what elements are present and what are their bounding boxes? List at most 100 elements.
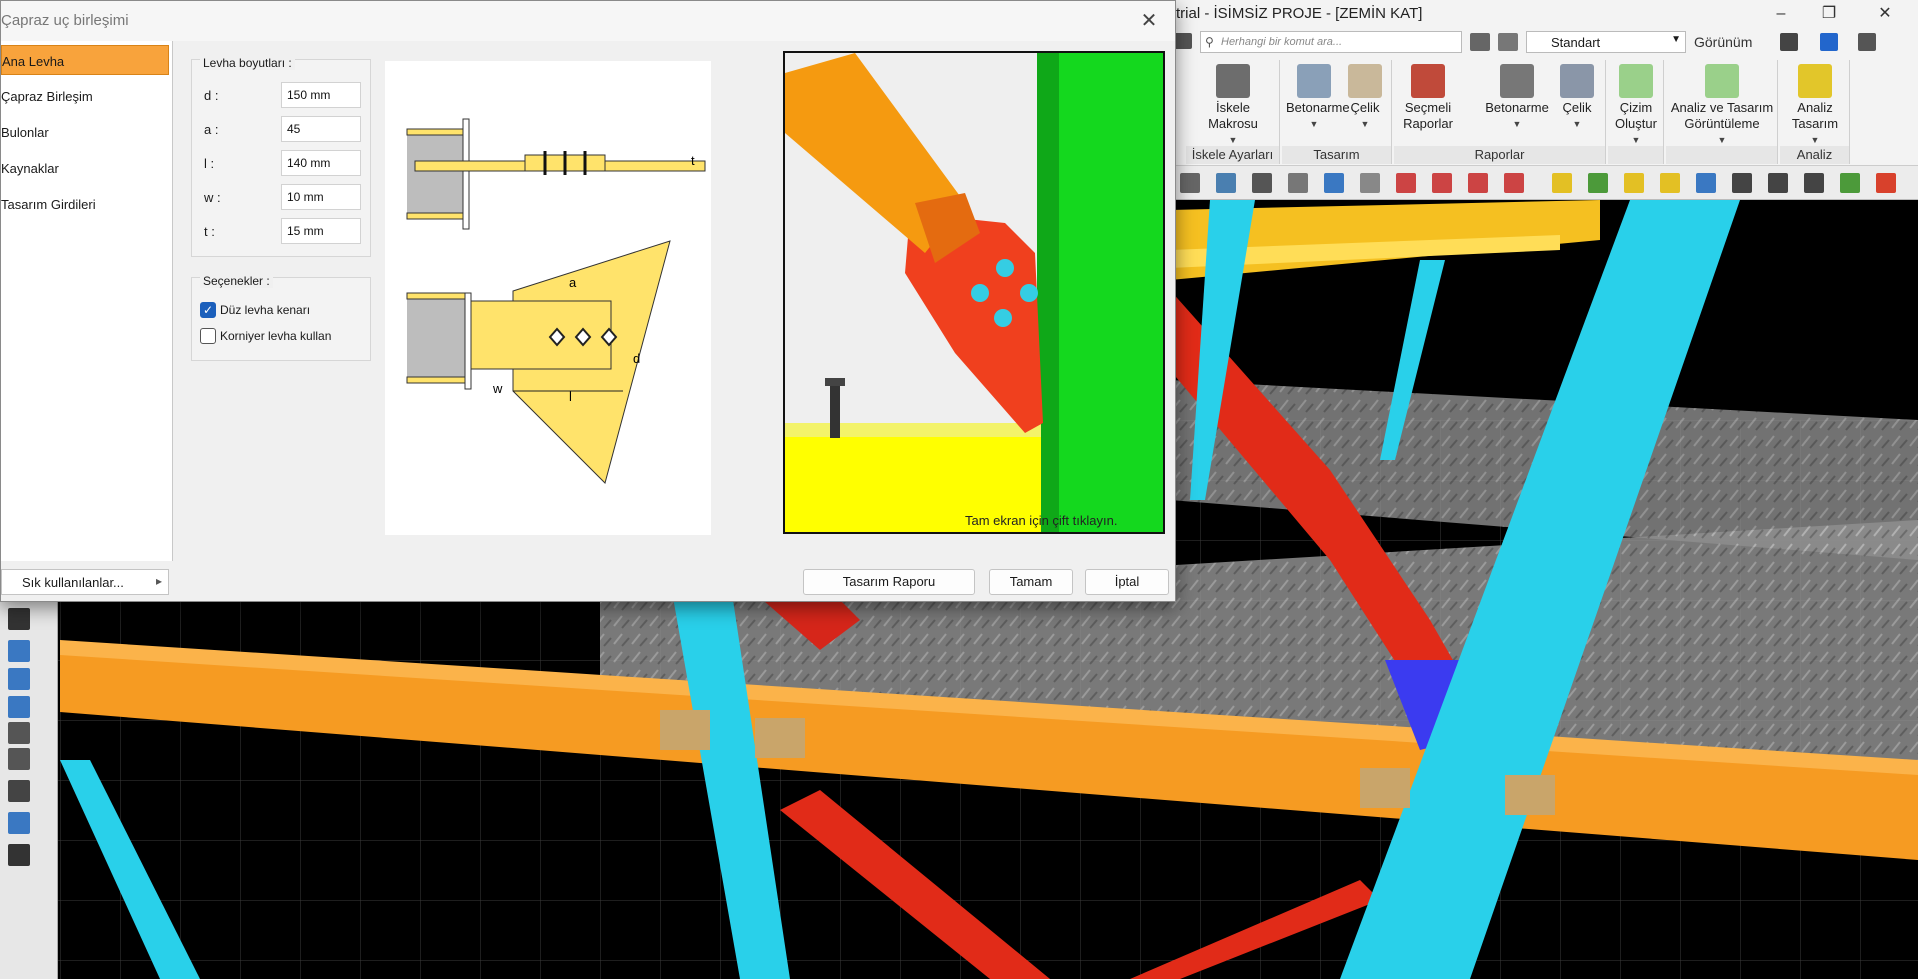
end-plate [464, 292, 472, 390]
toolbar-tool-icon[interactable] [1840, 173, 1860, 193]
iskele-makrosu-button[interactable]: İskele Makrosu ▼ [1190, 64, 1276, 148]
left-tool-icon[interactable] [8, 668, 30, 690]
field-a-input[interactable]: 45 [281, 116, 361, 142]
left-tool-icon[interactable] [8, 722, 30, 744]
chevron-down-icon: ▼ [1512, 119, 1522, 129]
toolbar-tool-icon[interactable] [1876, 173, 1896, 193]
analiz-tasarim-goruntuleme-button[interactable]: Analiz ve Tasarım Görüntüleme ▼ [1668, 64, 1776, 148]
dialog-titlebar: Çapraz uç birleşimi ✕ [1, 1, 1175, 41]
restore-icon[interactable]: ❐ [1806, 2, 1852, 26]
nav-item-capraz-birlesim[interactable]: Çapraz Birleşim [1, 81, 169, 111]
brace-member [470, 300, 612, 370]
betonarme-report-button[interactable]: Betonarme ▼ [1484, 64, 1550, 132]
toolbar-tool-icon[interactable] [1768, 173, 1788, 193]
reports-icon [1411, 64, 1445, 98]
binoculars-icon[interactable] [8, 844, 30, 866]
group-title: Levha boyutları : [200, 56, 295, 70]
left-tool-icon[interactable] [8, 780, 30, 802]
angle-plate-label[interactable]: Korniyer levha kullan [220, 329, 331, 343]
toolbar-tool-icon[interactable] [1552, 173, 1572, 193]
left-tool-icon[interactable] [8, 696, 30, 718]
angle-plate-checkbox[interactable] [200, 328, 216, 344]
toolbar-tool-icon[interactable] [1696, 173, 1716, 193]
chevron-down-icon: ▼ [1671, 34, 1681, 45]
group-title: Seçenekler : [200, 274, 273, 288]
nav-item-ana-levha[interactable]: Ana Levha [1, 45, 169, 75]
toolbar-tool-icon[interactable] [1624, 173, 1644, 193]
settings-icon[interactable] [1858, 33, 1876, 51]
layers-icon[interactable] [1174, 33, 1192, 49]
app-title: trial - İSİMSİZ PROJE - [ZEMİN KAT] [1176, 5, 1423, 22]
flat-edge-checkbox[interactable]: ✓ [200, 302, 216, 318]
ok-button[interactable]: Tamam [989, 569, 1073, 595]
nav-item-kaynaklar[interactable]: Kaynaklar [1, 153, 169, 183]
toolbar-tool-icon[interactable] [1588, 173, 1608, 193]
anchor-bolt [830, 383, 840, 438]
toolbar-tool-icon[interactable] [1396, 173, 1416, 193]
ribbon-panel-tasarim: Betonarme ▼ Çelik ▼ Tasarım [1282, 60, 1392, 164]
toolbar-tool-icon[interactable] [1504, 173, 1524, 193]
field-label-d: d : [204, 88, 219, 103]
command-search-input[interactable]: ⚲ Herhangi bir komut ara... [1200, 31, 1462, 53]
app-close-icon[interactable]: ✕ [1862, 2, 1908, 26]
stack-icon-2[interactable] [1498, 33, 1518, 51]
ribbon: İskele Makrosu ▼ İskele Ayarları Betonar… [1170, 56, 1918, 166]
bolt-plate [1505, 775, 1555, 815]
flange [406, 128, 468, 136]
left-tool-icon[interactable] [8, 608, 30, 630]
design-report-button[interactable]: Tasarım Raporu [803, 569, 975, 595]
toolbar-tool-icon[interactable] [1660, 173, 1680, 193]
nav-item-tasarim-girdileri[interactable]: Tasarım Girdileri [1, 189, 169, 219]
left-tool-icon[interactable] [8, 812, 30, 834]
toolbar-tool-icon[interactable] [1216, 173, 1236, 193]
celik-design-button[interactable]: Çelik ▼ [1342, 64, 1388, 132]
cross-end-connection-dialog: Çapraz uç birleşimi ✕ Ana Levha Çapraz B… [0, 0, 1176, 602]
ribbon-panel-cizim: Çizim Oluştur ▼ [1608, 60, 1664, 164]
toolbar-tool-icon[interactable] [1324, 173, 1344, 193]
cancel-button[interactable]: İptal [1085, 569, 1169, 595]
field-t-input[interactable]: 15 mm [281, 218, 361, 244]
dim-label-d: d [633, 351, 640, 366]
left-tool-icon[interactable] [8, 640, 30, 662]
nav-item-bulonlar[interactable]: Bulonlar [1, 117, 169, 147]
close-icon[interactable]: ✕ [1135, 7, 1163, 35]
left-tool-icon[interactable] [8, 748, 30, 770]
flat-edge-label[interactable]: Düz levha kenarı [220, 303, 310, 317]
field-d-input[interactable]: 150 mm [281, 82, 361, 108]
cizim-olustur-button[interactable]: Çizim Oluştur ▼ [1610, 64, 1662, 148]
analiz-tasarim-button[interactable]: Analiz Tasarım ▼ [1784, 64, 1846, 148]
camera-icon[interactable] [1780, 33, 1798, 51]
toolbar-tool-icon[interactable] [1432, 173, 1452, 193]
toolbar-tool-icon[interactable] [1732, 173, 1752, 193]
options-group: Seçenekler : ✓ Düz levha kenarı Korniyer… [191, 274, 371, 361]
toolbar-tool-icon[interactable] [1468, 173, 1488, 193]
bolt [1020, 284, 1038, 302]
bolt-plate [1360, 768, 1410, 808]
connection-3d-preview[interactable]: Tam ekran için çift tıklayın. [783, 51, 1165, 534]
steel-design-icon [1348, 64, 1382, 98]
field-l-input[interactable]: 140 mm [281, 150, 361, 176]
anchor-bolt-head [825, 378, 845, 386]
help-icon[interactable] [1820, 33, 1838, 51]
dim-label-a: a [569, 275, 577, 290]
stack-icon[interactable] [1470, 33, 1490, 51]
button-label: Betonarme [1286, 100, 1350, 115]
minimize-icon[interactable]: – [1758, 2, 1804, 26]
view-label[interactable]: Görünüm [1694, 34, 1752, 50]
favorites-button[interactable]: Sık kullanılanlar... ▸ [1, 569, 169, 595]
toolbar-tool-icon[interactable] [1252, 173, 1272, 193]
betonarme-design-button[interactable]: Betonarme ▼ [1286, 64, 1350, 132]
celik-report-button[interactable]: Çelik ▼ [1554, 64, 1600, 132]
style-select[interactable]: Standart ▼ [1526, 31, 1686, 53]
field-w-input[interactable]: 10 mm [281, 184, 361, 210]
toolbar-tool-icon[interactable] [1360, 173, 1380, 193]
toolbar-tool-icon[interactable] [1180, 173, 1200, 193]
button-label: Betonarme [1485, 100, 1549, 115]
toolbar-tool-icon[interactable] [1288, 173, 1308, 193]
bolt [996, 259, 1014, 277]
chevron-down-icon: ▼ [1309, 119, 1319, 129]
secmeli-raporlar-button[interactable]: Seçmeli Raporlar [1398, 64, 1458, 132]
toolbar-tool-icon[interactable] [1804, 173, 1824, 193]
view-toolbar [1170, 166, 1918, 200]
button-label: Analiz Tasarım [1791, 100, 1839, 131]
